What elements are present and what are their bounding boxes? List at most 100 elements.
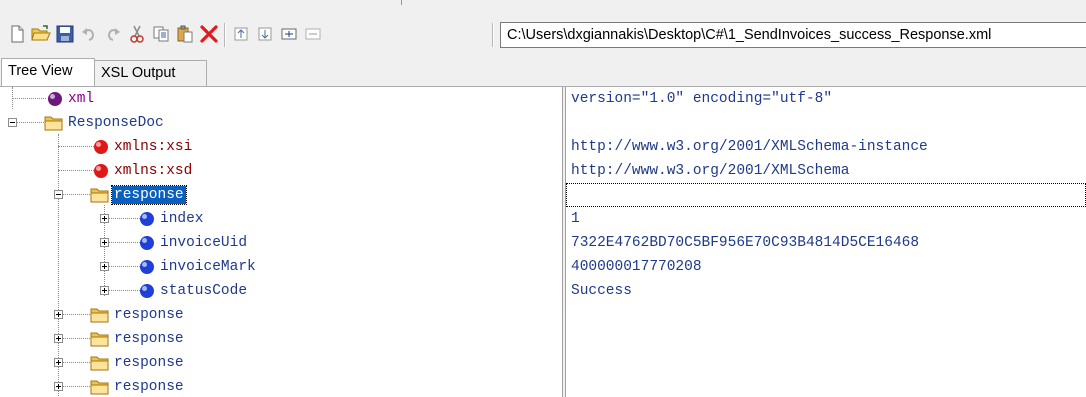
value-row-xml[interactable]: version="1.0" encoding="utf-8" [566, 87, 1086, 111]
tab-xsl-output[interactable]: XSL Output [95, 60, 207, 86]
tree-node-label: response [114, 379, 184, 395]
nudge-down-button[interactable] [254, 23, 276, 45]
folder-icon [90, 380, 109, 395]
tree-node-label: xml [68, 91, 95, 107]
value-row-invoiceuid[interactable]: 7322E4762BD70C5BF956E70C93B4814D5CE16468 [566, 231, 1086, 255]
tree-node-invoicemark[interactable]: invoiceMark [0, 255, 562, 279]
tree-node-responsedoc[interactable]: ResponseDoc [0, 111, 562, 135]
file-path-field[interactable]: C:\Users\dxgiannakis\Desktop\C#\1_SendIn… [500, 22, 1086, 48]
tree-node-invoiceuid[interactable]: invoiceUid [0, 231, 562, 255]
tree-node-response[interactable]: response [0, 327, 562, 351]
delete-icon [200, 25, 218, 43]
collapse-toggle[interactable] [54, 190, 63, 199]
view-tabs: Tree View XSL Output [0, 58, 1086, 86]
blue-ball-icon [140, 236, 154, 250]
value-text: 1 [571, 211, 580, 227]
tree-node-label: xmlns:xsd [114, 163, 193, 179]
expand-all-button[interactable] [278, 23, 300, 45]
tree-node-statuscode[interactable]: statusCode [0, 279, 562, 303]
value-text: Success [571, 283, 632, 299]
expand-toggle[interactable] [100, 238, 109, 247]
tree-node-label: invoiceUid [160, 235, 248, 251]
tree-node-label: response [114, 331, 184, 347]
folder-icon [90, 356, 109, 371]
tree-node-label: ResponseDoc [68, 115, 164, 131]
value-row-responsedoc[interactable] [566, 111, 1086, 135]
value-text: 400000017770208 [571, 259, 702, 275]
red-ball-icon [94, 140, 108, 154]
value-row-response-selected[interactable] [566, 183, 1086, 207]
paste-icon [177, 25, 193, 43]
value-row-index[interactable]: 1 [566, 207, 1086, 231]
tree-node-response[interactable]: response [0, 351, 562, 375]
tree-node-label: statusCode [160, 283, 248, 299]
redo-button[interactable] [102, 23, 124, 45]
tree-node-response[interactable]: response [0, 375, 562, 397]
save-icon [56, 25, 74, 43]
expand-toggle[interactable] [100, 214, 109, 223]
collapse-node-icon [234, 27, 248, 41]
divider [401, 0, 402, 5]
delete-button[interactable] [198, 23, 220, 45]
blue-ball-icon [140, 260, 154, 274]
new-file-button[interactable] [6, 23, 28, 45]
value-text: http://www.w3.org/2001/XMLSchema-instanc… [571, 139, 928, 155]
tree-node-label: response [111, 185, 187, 205]
redo-icon [107, 28, 120, 41]
expand-toggle[interactable] [100, 262, 109, 271]
undo-button[interactable] [78, 23, 100, 45]
expand-toggle[interactable] [54, 310, 63, 319]
value-row-xmlns-xsi[interactable]: http://www.w3.org/2001/XMLSchema-instanc… [566, 135, 1086, 159]
tree-node-label: xmlns:xsi [114, 139, 193, 155]
copy-button[interactable] [150, 23, 172, 45]
cut-icon [130, 25, 144, 43]
value-row-xmlns-xsd[interactable]: http://www.w3.org/2001/XMLSchema [566, 159, 1086, 183]
tree-node-response[interactable]: response [0, 303, 562, 327]
tab-tree-view[interactable]: Tree View [1, 58, 95, 86]
expand-toggle[interactable] [54, 358, 63, 367]
tree-view-panel[interactable]: xml ResponseDoc xmlns:xsi xmlns:xsd resp… [0, 87, 562, 397]
blue-ball-icon [140, 284, 154, 298]
node-value-panel[interactable]: version="1.0" encoding="utf-8" http://ww… [566, 87, 1086, 397]
red-ball-icon [94, 164, 108, 178]
value-text: http://www.w3.org/2001/XMLSchema [571, 163, 850, 179]
value-row-invoicemark[interactable]: 400000017770208 [566, 255, 1086, 279]
open-folder-icon [31, 25, 51, 41]
toolbar-separator [492, 23, 494, 47]
folder-icon [90, 188, 109, 203]
expand-toggle[interactable] [54, 382, 63, 391]
collapse-toggle[interactable] [8, 118, 17, 127]
new-file-icon [11, 25, 24, 43]
tree-node-label: response [114, 307, 184, 323]
save-button[interactable] [54, 23, 76, 45]
tree-node-index[interactable]: index [0, 207, 562, 231]
value-text: 7322E4762BD70C5BF956E70C93B4814D5CE16468 [571, 235, 920, 251]
expand-toggle[interactable] [100, 286, 109, 295]
collapse-all-button[interactable] [302, 23, 324, 45]
open-button[interactable] [30, 23, 52, 45]
tree-node-response-selected[interactable]: response [0, 183, 562, 207]
xml-notepad-window: C:\Users\dxgiannakis\Desktop\C#\1_SendIn… [0, 0, 1086, 397]
purple-ball-icon [48, 92, 62, 106]
tree-node-xml[interactable]: xml [0, 87, 562, 111]
undo-icon [82, 28, 95, 41]
paste-button[interactable] [174, 23, 196, 45]
folder-icon [90, 332, 109, 347]
nudge-up-button[interactable] [230, 23, 252, 45]
tree-node-label: response [114, 355, 184, 371]
tree-node-label: index [160, 211, 204, 227]
tree-node-xmlns-xsi[interactable]: xmlns:xsi [0, 135, 562, 159]
tree-node-label: invoiceMark [160, 259, 256, 275]
expand-node-icon [258, 27, 272, 41]
blue-ball-icon [140, 212, 154, 226]
cut-button[interactable] [126, 23, 148, 45]
top-strip [0, 0, 1086, 16]
copy-icon [153, 26, 169, 42]
expand-toggle[interactable] [54, 334, 63, 343]
collapse-all-icon [305, 28, 321, 40]
toolbar-separator [224, 23, 226, 47]
content-area: xml ResponseDoc xmlns:xsi xmlns:xsd resp… [0, 86, 1086, 397]
folder-icon [90, 308, 109, 323]
value-row-statuscode[interactable]: Success [566, 279, 1086, 303]
tree-node-xmlns-xsd[interactable]: xmlns:xsd [0, 159, 562, 183]
